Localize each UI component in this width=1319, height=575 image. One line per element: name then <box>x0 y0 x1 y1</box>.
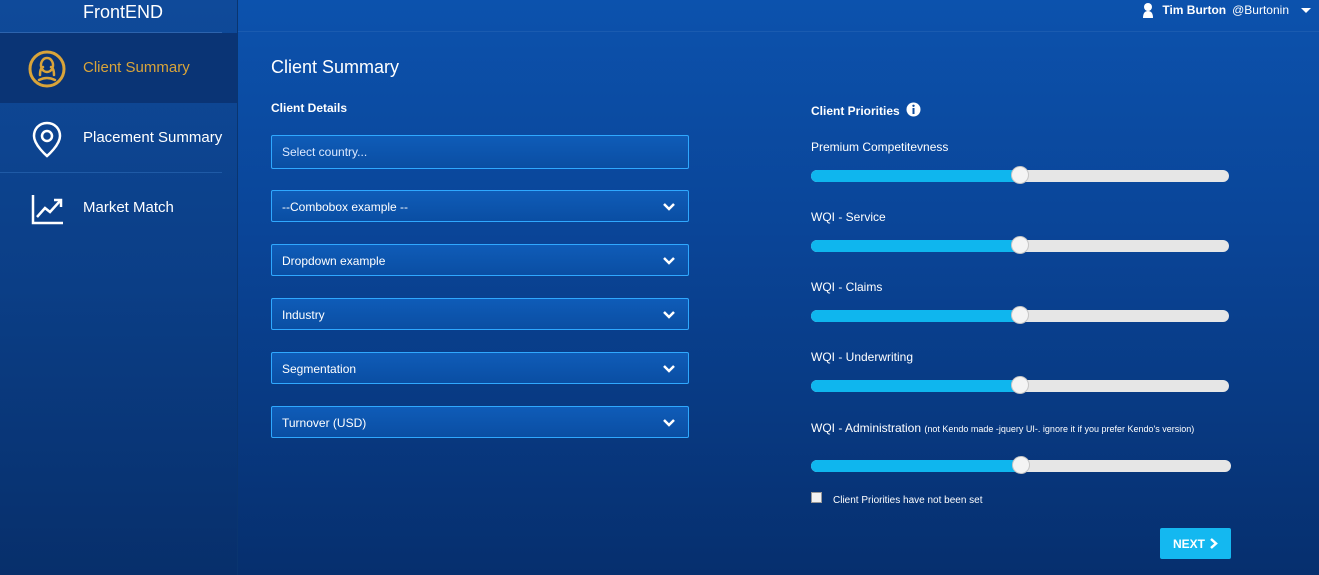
slider-label-note: (not Kendo made -jquery UI-. ignore it i… <box>924 424 1195 434</box>
client-details-title: Client Details <box>271 101 348 115</box>
segmentation-dropdown[interactable]: Segmentation <box>271 352 689 384</box>
sidebar-item-client-summary[interactable]: Client Summary <box>0 33 237 103</box>
combobox-value: --Combobox example -- <box>282 200 409 214</box>
slider-label-underwriting: WQI - Underwriting <box>811 350 914 364</box>
divider <box>238 31 1319 32</box>
user-circle-icon <box>28 50 66 88</box>
segmentation-value: Segmentation <box>282 362 357 376</box>
slider-handle[interactable] <box>1012 456 1030 474</box>
slider-premium-competitiveness[interactable] <box>811 166 1229 184</box>
sidebar-item-market-match[interactable]: Market Match <box>0 173 237 243</box>
chevron-down-icon <box>663 311 675 319</box>
turnover-dropdown[interactable]: Turnover (USD) <box>271 406 689 438</box>
map-pin-icon <box>32 121 62 158</box>
info-icon[interactable] <box>906 102 921 117</box>
user-icon <box>1143 3 1154 18</box>
chevron-down-icon <box>663 203 675 211</box>
slider-wqi-service[interactable] <box>811 236 1229 254</box>
slider-label-premium: Premium Competitevness <box>811 140 949 154</box>
chevron-down-icon <box>1301 7 1311 13</box>
slider-fill <box>811 380 1020 392</box>
slider-handle[interactable] <box>1011 236 1029 254</box>
client-priorities-title: Client Priorities <box>811 104 900 118</box>
slider-handle[interactable] <box>1011 376 1029 394</box>
sidebar-item-label: Client Summary <box>83 59 190 76</box>
sidebar-item-label: Market Match <box>83 199 174 216</box>
sidebar-item-placement-summary[interactable]: Placement Summary <box>0 103 237 173</box>
slider-wqi-administration[interactable] <box>811 456 1231 474</box>
chevron-down-icon <box>663 419 675 427</box>
user-menu[interactable]: Tim Burton @Burtonin <box>1140 2 1311 18</box>
industry-dropdown[interactable]: Industry <box>271 298 689 330</box>
slider-wqi-underwriting[interactable] <box>811 376 1229 394</box>
slider-label-text: WQI - Administration <box>811 421 922 435</box>
industry-value: Industry <box>282 308 325 322</box>
combobox-field[interactable]: --Combobox example -- <box>271 190 689 222</box>
main-content: Tim Burton @Burtonin Client Summary Clie… <box>238 0 1319 575</box>
chevron-down-icon <box>663 257 675 265</box>
line-chart-icon <box>31 195 63 225</box>
next-button-label: NEXT <box>1172 536 1205 551</box>
next-button[interactable]: NEXT <box>1160 528 1231 559</box>
dropdown-value: Dropdown example <box>282 254 386 268</box>
slider-fill <box>811 460 1021 472</box>
slider-fill <box>811 240 1020 252</box>
sidebar: FrontEND Client Summary Placement Summar… <box>0 0 238 575</box>
slider-handle[interactable] <box>1011 306 1029 324</box>
turnover-value: Turnover (USD) <box>282 416 367 430</box>
slider-wqi-claims[interactable] <box>811 306 1229 324</box>
slider-label-administration: WQI - Administration (not Kendo made -jq… <box>811 420 1231 438</box>
slider-label-claims: WQI - Claims <box>811 280 883 294</box>
priorities-checkbox[interactable] <box>811 492 822 503</box>
chevron-right-icon <box>1210 538 1218 549</box>
dropdown-field[interactable]: Dropdown example <box>271 244 689 276</box>
slider-fill <box>811 170 1020 182</box>
user-name: Tim Burton <box>1162 3 1227 17</box>
sidebar-item-label: Placement Summary <box>83 129 223 146</box>
app-brand: FrontEND <box>83 2 164 22</box>
chevron-down-icon <box>663 365 675 373</box>
country-input[interactable] <box>271 135 689 169</box>
user-handle: @Burtonin <box>1232 3 1289 17</box>
page-title: Client Summary <box>271 57 400 77</box>
checkbox-label: Client Priorities have not been set <box>833 495 983 506</box>
slider-label-service: WQI - Service <box>811 210 886 224</box>
slider-handle[interactable] <box>1011 166 1029 184</box>
slider-fill <box>811 310 1020 322</box>
